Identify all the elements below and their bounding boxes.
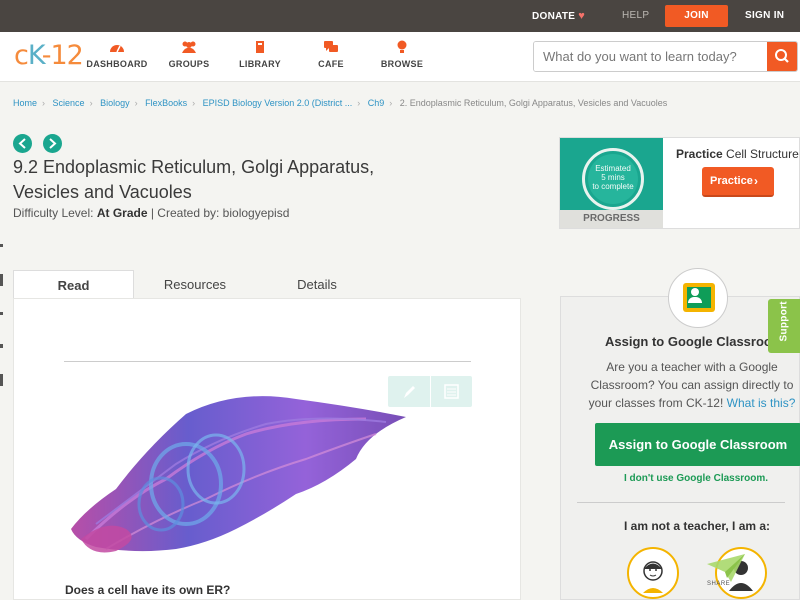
dont-use-classroom-link[interactable]: I don't use Google Classroom. [624,473,768,484]
groups-icon [154,40,224,56]
donate-label: DONATE [532,11,576,22]
share-label: SHARE [707,581,731,587]
breadcrumb-science[interactable]: Science [53,98,85,108]
lesson-title: 9.2 Endoplasmic Reticulum, Golgi Apparat… [13,157,375,202]
practice-heading: Practice Cell Structure [676,147,799,161]
to-complete-label: to complete [592,182,634,191]
chevron-left-icon [18,138,26,149]
nav-browse[interactable]: BROWSE [367,40,437,69]
student-icon [643,561,663,593]
search-input[interactable] [534,42,767,71]
support-tab[interactable]: Support [768,299,800,353]
search-button[interactable] [767,42,797,71]
nav-dashboard[interactable]: DASHBOARD [82,40,152,69]
chevron-right-icon: › [754,174,758,188]
practice-button[interactable]: Practice › [702,167,774,197]
notes-button[interactable] [430,376,471,407]
breadcrumb-biology[interactable]: Biology [100,98,130,108]
ck12-logo[interactable]: cK-12 [14,40,84,71]
google-classroom-heading: Assign to Google Classroom [605,334,784,349]
main-header: cK-12 DASHBOARD GROUPS LIBRARY CAFE BROW… [0,32,800,82]
nav-groups[interactable]: GROUPS [154,40,224,69]
previous-lesson-button[interactable] [13,134,32,153]
breadcrumb-book[interactable]: EPISD Biology Version 2.0 (District ... [203,98,353,108]
practice-progress-visual: Estimated 5 mins to complete PROGRESS [560,138,663,228]
search-box [533,41,798,72]
nav-cafe[interactable]: CAFE [296,40,366,69]
breadcrumb: Home › Science › Biology › FlexBooks › EPISD… [13,98,668,108]
top-utility-bar: DONATE ♥ HELP JOIN SIGN IN [0,0,800,32]
library-icon [225,40,295,56]
donate-link[interactable]: DONATE ♥ [532,0,585,32]
lesson-question: Does a cell have its own ER? [65,583,231,597]
difficulty-value: At Grade [96,206,148,220]
side-toolbar-fragment [0,312,3,315]
side-toolbar-fragment [0,344,3,348]
nav-library-label: LIBRARY [239,59,281,69]
cafe-icon [296,40,366,56]
join-button[interactable]: JOIN [665,5,728,27]
nav-dashboard-label: DASHBOARD [86,59,148,69]
next-lesson-button[interactable] [43,134,62,153]
sign-in-link[interactable]: SIGN IN [745,0,784,32]
practice-heading-bold: Practice [676,147,723,161]
practice-widget: Estimated 5 mins to complete PROGRESS Pr… [559,137,800,229]
difficulty-label: Difficulty Level: [13,206,94,220]
assign-google-classroom-button[interactable]: Assign to Google Classroom [595,423,800,466]
estimated-label: Estimated [595,164,631,173]
breadcrumb-chapter[interactable]: Ch9 [368,98,385,108]
endoplasmic-reticulum-image [71,396,406,553]
what-is-this-link[interactable]: What is this? [727,396,796,410]
google-classroom-description: Are you a teacher with a Google Classroo… [579,358,800,412]
tab-details[interactable]: Details [270,270,364,299]
divider [577,502,785,503]
breadcrumb-flexbooks[interactable]: FlexBooks [145,98,187,108]
search-icon [775,49,789,63]
nav-library[interactable]: LIBRARY [225,40,295,69]
practice-button-label: Practice [710,175,753,187]
estimated-mins: 5 mins [601,173,625,182]
classroom-icon [683,283,715,312]
browse-icon [367,40,437,56]
lesson-meta: Difficulty Level: At Grade | Created by:… [13,206,289,220]
help-link[interactable]: HELP [622,0,649,32]
nav-cafe-label: CAFE [318,59,344,69]
not-teacher-label: I am not a teacher, I am a: [624,519,771,533]
chevron-right-icon [49,138,57,149]
tab-read[interactable]: Read [13,270,134,299]
notes-icon [444,384,459,399]
practice-heading-topic: Cell Structure [726,147,799,161]
lesson-content: Does a cell have its own ER? [13,298,521,600]
progress-label: PROGRESS [560,210,663,228]
breadcrumb-home[interactable]: Home [13,98,37,108]
tab-resources[interactable]: Resources [145,270,245,299]
side-toolbar-fragment [0,244,3,247]
dashboard-icon [82,40,152,56]
content-divider [64,361,471,362]
google-classroom-widget: Assign to Google Classroom Are you a tea… [560,268,800,600]
created-by: | Created by: biologyepisd [150,206,290,220]
student-role-button[interactable] [627,547,679,599]
estimated-time-badge: Estimated 5 mins to complete [588,154,638,204]
side-toolbar-fragment [0,274,3,286]
breadcrumb-current: 2. Endoplasmic Reticulum, Golgi Apparatu… [399,98,668,108]
support-label: Support [778,301,790,342]
side-toolbar-fragment [0,374,3,386]
google-classroom-logo [668,268,728,328]
heart-icon: ♥ [578,10,586,22]
nav-browse-label: BROWSE [380,59,424,69]
nav-groups-label: GROUPS [168,59,210,69]
